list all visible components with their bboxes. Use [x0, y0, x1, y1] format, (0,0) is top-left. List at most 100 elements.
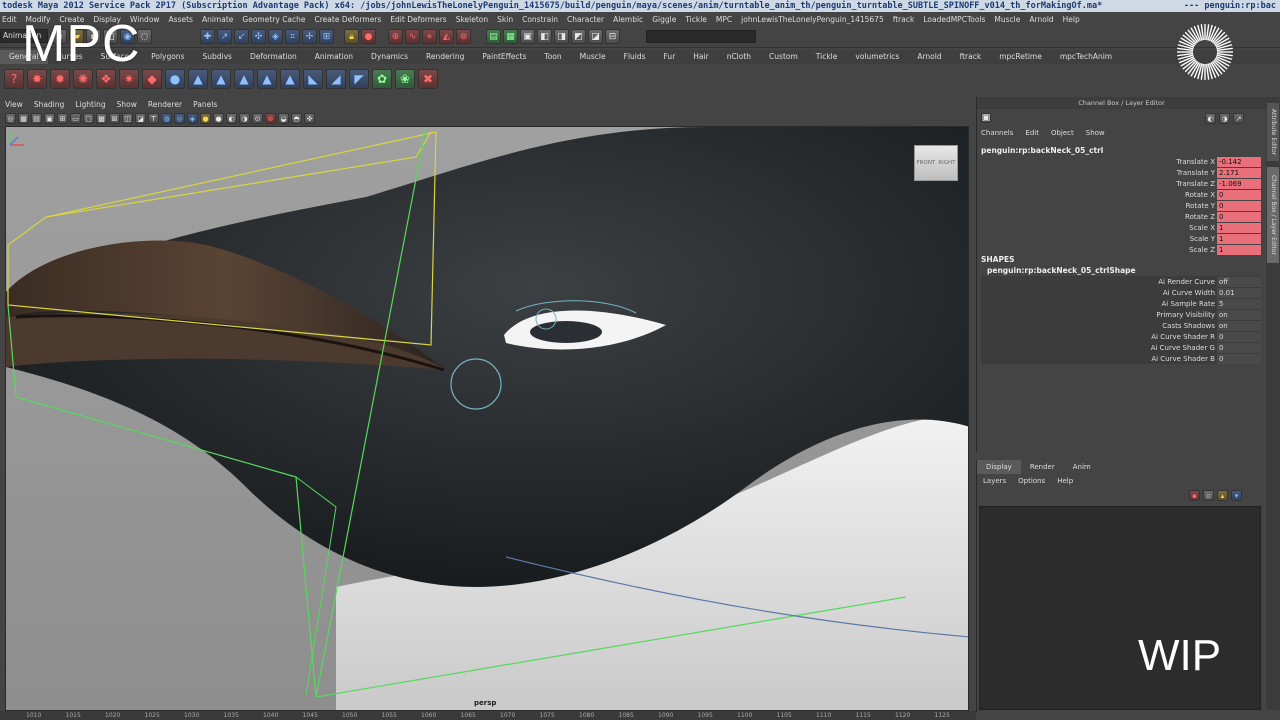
- menu-item[interactable]: Geometry Cache: [242, 15, 305, 24]
- snap-icon[interactable]: ●: [361, 29, 376, 44]
- layer-editor-menu-item[interactable]: Layers: [983, 477, 1006, 485]
- construction-icon[interactable]: ▦: [503, 29, 518, 44]
- menu-item[interactable]: Help: [1063, 15, 1080, 24]
- shape-attr-label[interactable]: Ai Curve Shader G: [1151, 344, 1217, 352]
- shape-attr-value[interactable]: 0: [1217, 353, 1261, 364]
- textured-icon[interactable]: ◈: [187, 113, 198, 124]
- channel-box-icon-1[interactable]: ◐: [1205, 113, 1216, 124]
- mask-icon-7[interactable]: ✢: [302, 29, 317, 44]
- shelf-tab[interactable]: Deformation: [241, 50, 306, 64]
- shelf-tab[interactable]: mpcTechAnim: [1051, 50, 1121, 64]
- shelf-help-icon[interactable]: ?: [4, 69, 24, 89]
- shelf-tab[interactable]: volumetrics: [846, 50, 908, 64]
- shelf-tab[interactable]: Toon: [535, 50, 570, 64]
- shelf-tab[interactable]: Subdivs: [193, 50, 240, 64]
- panel-menu-item[interactable]: Renderer: [148, 100, 182, 109]
- render-view-icon[interactable]: ▣: [520, 29, 535, 44]
- shelf-tool-icon-11[interactable]: ▲: [280, 69, 300, 89]
- shape-attr-label[interactable]: Casts Shadows: [1162, 322, 1217, 330]
- input-line-icon[interactable]: ⊟: [605, 29, 620, 44]
- shelf-tool-icon-6[interactable]: ◆: [142, 69, 162, 89]
- channel-value[interactable]: 1: [1217, 244, 1261, 255]
- mask-icon-8[interactable]: ⊞: [319, 29, 334, 44]
- film-gate-icon[interactable]: ▭: [70, 113, 81, 124]
- channel-box-menu-item[interactable]: Object: [1051, 129, 1074, 137]
- channel-value[interactable]: 0: [1217, 189, 1261, 200]
- shelf-tab[interactable]: nCloth: [718, 50, 760, 64]
- shape-attr-value[interactable]: 0.01: [1217, 287, 1261, 298]
- shape-attr-label[interactable]: Ai Render Curve: [1158, 278, 1217, 286]
- menu-item[interactable]: Tickle: [685, 15, 707, 24]
- shape-attr-label[interactable]: Ai Curve Shader B: [1151, 355, 1217, 363]
- shape-attr-label[interactable]: Primary Visibility: [1156, 311, 1217, 319]
- mask-icon-4[interactable]: ✣: [251, 29, 266, 44]
- layer-editor-menu-item[interactable]: Options: [1018, 477, 1045, 485]
- channel-label[interactable]: Rotate X: [1185, 191, 1217, 199]
- smooth-shade-icon[interactable]: ◍: [161, 113, 172, 124]
- shelf-tab[interactable]: Rendering: [417, 50, 473, 64]
- perspective-viewport[interactable]: FRONT RIGHT persp: [5, 126, 969, 711]
- menu-item[interactable]: Skin: [497, 15, 513, 24]
- snap-curve-icon[interactable]: ∿: [405, 29, 420, 44]
- motion-blur-icon[interactable]: ✜: [304, 113, 315, 124]
- channel-label[interactable]: Translate Y: [1177, 169, 1217, 177]
- shelf-tab[interactable]: mpcRetime: [990, 50, 1051, 64]
- menu-item[interactable]: Constrain: [522, 15, 558, 24]
- lock-icon[interactable]: 🔒︎: [344, 29, 359, 44]
- channel-label[interactable]: Translate Z: [1176, 180, 1217, 188]
- shape-attr-label[interactable]: Ai Curve Width: [1163, 289, 1217, 297]
- menu-item[interactable]: ftrack: [893, 15, 915, 24]
- channel-value[interactable]: 2.171: [1217, 167, 1261, 178]
- menu-item[interactable]: Skeleton: [456, 15, 488, 24]
- shelf-tab[interactable]: Muscle: [571, 50, 615, 64]
- new-layer-selected-icon[interactable]: ▫: [1203, 490, 1214, 501]
- menu-item[interactable]: Animate: [202, 15, 233, 24]
- shadows-icon[interactable]: ◐: [226, 113, 237, 124]
- layer-editor-tab[interactable]: Render: [1021, 460, 1064, 474]
- menu-item[interactable]: Edit: [2, 15, 17, 24]
- panel-menu-item[interactable]: Panels: [193, 100, 217, 109]
- shelf-tool-icon-17[interactable]: ✖: [418, 69, 438, 89]
- safe-action-icon[interactable]: ◫: [122, 113, 133, 124]
- channel-label[interactable]: Rotate Y: [1186, 202, 1217, 210]
- menu-item[interactable]: Muscle: [994, 15, 1020, 24]
- layer-move-down-icon[interactable]: ▾: [1231, 490, 1242, 501]
- camera-attr-icon[interactable]: ▦: [18, 113, 29, 124]
- shelf-tool-icon-8[interactable]: ▲: [211, 69, 231, 89]
- channel-label[interactable]: Rotate Z: [1185, 213, 1217, 221]
- shelf-sphere-icon[interactable]: ●: [165, 69, 185, 89]
- mask-icon-3[interactable]: ↙: [234, 29, 249, 44]
- channel-box-icon-2[interactable]: ◑: [1219, 113, 1230, 124]
- wireframe-shaded-icon[interactable]: ◎: [174, 113, 185, 124]
- bookmark-icon[interactable]: ▤: [31, 113, 42, 124]
- channel-label[interactable]: Scale Y: [1190, 235, 1217, 243]
- shape-attr-value[interactable]: 0: [1217, 342, 1261, 353]
- ao-icon[interactable]: ◓: [291, 113, 302, 124]
- menu-item[interactable]: Giggle: [652, 15, 676, 24]
- shelf-tab[interactable]: Custom: [760, 50, 807, 64]
- shape-attr-value[interactable]: off: [1217, 276, 1261, 287]
- all-lights-icon[interactable]: ●: [213, 113, 224, 124]
- shelf-tab[interactable]: Dynamics: [362, 50, 417, 64]
- shelf-tab[interactable]: Fluids: [615, 50, 655, 64]
- isolate-icon[interactable]: ⊙: [252, 113, 263, 124]
- shelf-tab[interactable]: PaintEffects: [473, 50, 535, 64]
- render-icon[interactable]: ◧: [537, 29, 552, 44]
- mask-icon-5[interactable]: ◈: [268, 29, 283, 44]
- command-input-field[interactable]: [646, 30, 756, 43]
- render-settings-icon[interactable]: ◩: [571, 29, 586, 44]
- camera-icon[interactable]: ◎: [5, 113, 16, 124]
- shape-attr-value[interactable]: on: [1217, 309, 1261, 320]
- snap-plane-icon[interactable]: ◭: [439, 29, 454, 44]
- menu-item[interactable]: Assets: [169, 15, 193, 24]
- shape-attr-value[interactable]: 0: [1217, 331, 1261, 342]
- shelf-tool-icon-9[interactable]: ▲: [234, 69, 254, 89]
- layer-editor-tab[interactable]: Anim: [1064, 460, 1100, 474]
- shelf-tool-icon-7[interactable]: ▲: [188, 69, 208, 89]
- time-slider[interactable]: 1010 1015 1020 1025 1030 1035 1040 1045 1050 1055…: [0, 711, 976, 720]
- panel-menu-item[interactable]: Lighting: [75, 100, 105, 109]
- snap-point-icon[interactable]: ⋄: [422, 29, 437, 44]
- channel-label[interactable]: Scale Z: [1189, 246, 1217, 254]
- shelf-tool-icon-15[interactable]: ✿: [372, 69, 392, 89]
- shelf-tab[interactable]: Fur: [655, 50, 685, 64]
